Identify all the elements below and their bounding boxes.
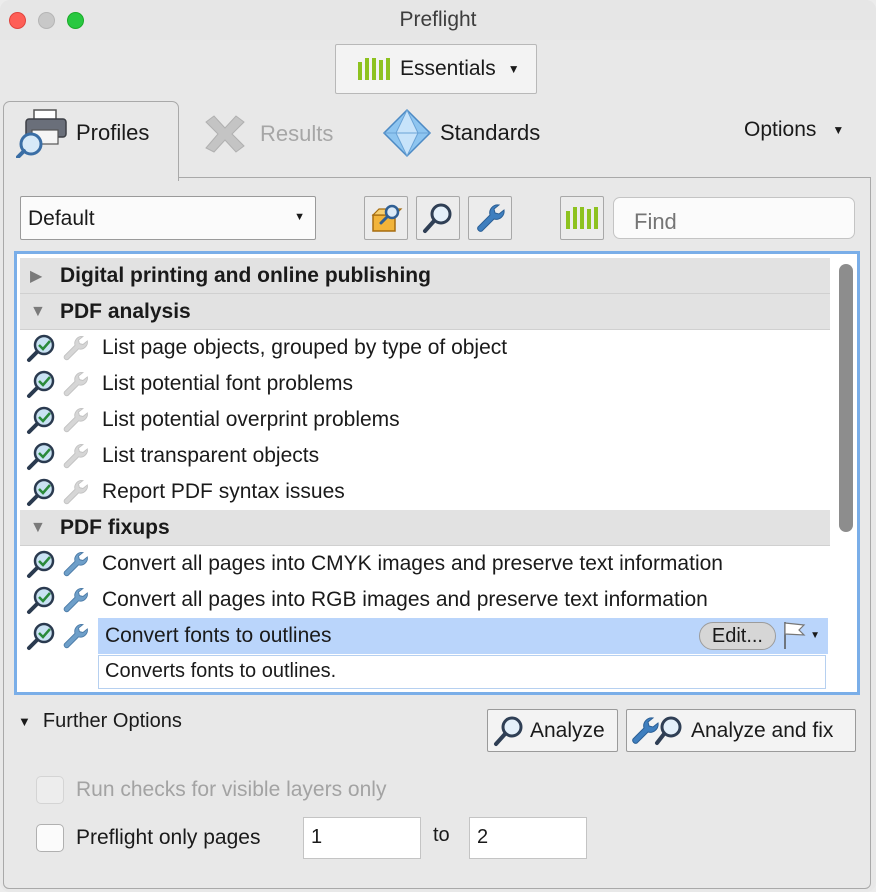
visible-layers-option: Run checks for visible layers only [36,776,386,804]
group-label: PDF analysis [60,299,191,323]
group-row-pdf-analysis[interactable]: ▼ PDF analysis [20,294,830,330]
check-magnifier-icon[interactable] [24,620,58,652]
tab-profiles-label: Profiles [76,120,150,145]
list-item-label: Convert all pages into CMYK images and p… [102,552,723,575]
group-row-pdf-fixups[interactable]: ▼ PDF fixups [20,510,830,546]
chevron-down-icon: ▼ [832,123,845,137]
group-label: PDF fixups [60,515,170,539]
list-item[interactable]: List potential font problems [20,366,830,402]
wrench-icon[interactable] [58,584,92,616]
selected-item-highlight: Convert fonts to outlines Edit... ▼ [98,618,828,654]
list-scrollbar[interactable] [839,264,853,532]
wrench-disabled-icon [58,404,92,436]
only-pages-option[interactable]: Preflight only pages [36,824,260,852]
diamond-icon [382,108,432,158]
library-options-button[interactable] [364,196,408,240]
tab-results[interactable]: Results [200,112,333,156]
tab-standards-label: Standards [440,120,541,145]
disclosure-expanded-icon[interactable]: ▼ [30,303,52,321]
list-item-label: Convert fonts to outlines [105,624,332,647]
wrench-icon [473,201,507,235]
flag-icon [782,620,808,650]
list-item-selected[interactable]: Convert fonts to outlines Edit... ▼ [20,618,830,654]
analyze-profile-button[interactable] [416,196,460,240]
library-filter-button[interactable] [560,196,604,240]
tab-profiles[interactable]: Profiles [16,108,149,158]
further-options-disclosure[interactable]: ▼ Further Options [18,710,182,733]
check-magnifier-icon[interactable] [24,440,58,472]
profile-set-select[interactable]: Default ▼ [20,196,316,240]
check-magnifier-icon[interactable] [24,368,58,400]
group-label: Digital printing and online publishing [60,263,431,287]
options-menu[interactable]: Options ▼ [744,118,844,142]
find-input[interactable] [613,197,855,239]
list-item-label: List transparent objects [102,444,320,467]
visible-layers-label: Run checks for visible layers only [76,778,387,801]
window-title: Preflight [399,8,477,31]
list-item[interactable]: List page objects, grouped by type of ob… [20,330,830,366]
analyze-button[interactable]: Analyze [487,709,618,752]
only-pages-label: Preflight only pages [76,826,261,849]
edit-button[interactable]: Edit... [698,622,776,650]
title-bar: Preflight [0,0,876,40]
profile-list[interactable]: ▶ Digital printing and online publishing… [14,251,860,695]
tab-results-label: Results [260,121,334,146]
chevron-down-icon: ▼ [294,211,305,223]
flag-menu[interactable]: ▼ [782,620,820,650]
fixup-profile-button[interactable] [468,196,512,240]
check-magnifier-icon[interactable] [24,548,58,580]
magnifier-icon [421,201,455,235]
list-item-label: List potential overprint problems [102,408,400,431]
workspace-label: Essentials [400,57,496,80]
page-from-input[interactable]: 1 [303,817,421,859]
list-item-label: List page objects, grouped by type of ob… [102,336,508,359]
preflight-window: Preflight Essentials ▼ Profiles Results [0,0,876,892]
printer-magnifier-icon [16,108,70,158]
list-item-label: Convert all pages into RGB images and pr… [102,588,708,611]
disclosure-expanded-icon[interactable]: ▼ [30,519,52,537]
library-icon [358,58,390,80]
wrench-disabled-icon [58,440,92,472]
options-label: Options [744,118,817,141]
chevron-down-icon: ▼ [810,629,820,641]
results-icon [200,112,250,156]
box-magnifier-icon [369,201,403,235]
profile-description: Converts fonts to outlines. [98,655,826,689]
library-icon [566,207,598,229]
disclosure-expanded-icon: ▼ [18,714,31,729]
wrench-icon[interactable] [58,548,92,580]
wrench-icon[interactable] [58,620,92,652]
chevron-down-icon: ▼ [507,62,520,76]
analyze-and-fix-button[interactable]: Analyze and fix [626,709,856,752]
further-options-label: Further Options [42,710,182,732]
only-pages-checkbox[interactable] [36,824,64,852]
list-item[interactable]: List transparent objects [20,438,830,474]
visible-layers-checkbox [36,776,64,804]
wrench-disabled-icon [58,332,92,364]
list-item[interactable]: Convert all pages into RGB images and pr… [20,582,830,618]
check-magnifier-icon[interactable] [24,332,58,364]
tab-standards[interactable]: Standards [382,108,540,158]
analyze-label: Analyze [530,718,605,742]
list-item[interactable]: Convert all pages into CMYK images and p… [20,546,830,582]
list-item-label: Report PDF syntax issues [102,480,345,503]
check-magnifier-icon[interactable] [24,584,58,616]
check-magnifier-icon[interactable] [24,476,58,508]
group-row-digital-printing[interactable]: ▶ Digital printing and online publishing [20,258,830,294]
list-item-label: List potential font problems [102,372,353,395]
list-item[interactable]: List potential overprint problems [20,402,830,438]
workspace-dropdown[interactable]: Essentials ▼ [335,44,537,94]
wrench-disabled-icon [58,368,92,400]
disclosure-collapsed-icon[interactable]: ▶ [30,266,52,286]
check-magnifier-icon[interactable] [24,404,58,436]
magnifier-icon [492,714,526,748]
list-item[interactable]: Report PDF syntax issues [20,474,830,510]
page-range-to-label: to [433,824,450,846]
analyze-and-fix-label: Analyze and fix [691,718,834,742]
wrench-magnifier-icon [631,714,687,748]
wrench-disabled-icon [58,476,92,508]
profile-set-value: Default [28,207,95,230]
page-to-input[interactable]: 2 [469,817,587,859]
